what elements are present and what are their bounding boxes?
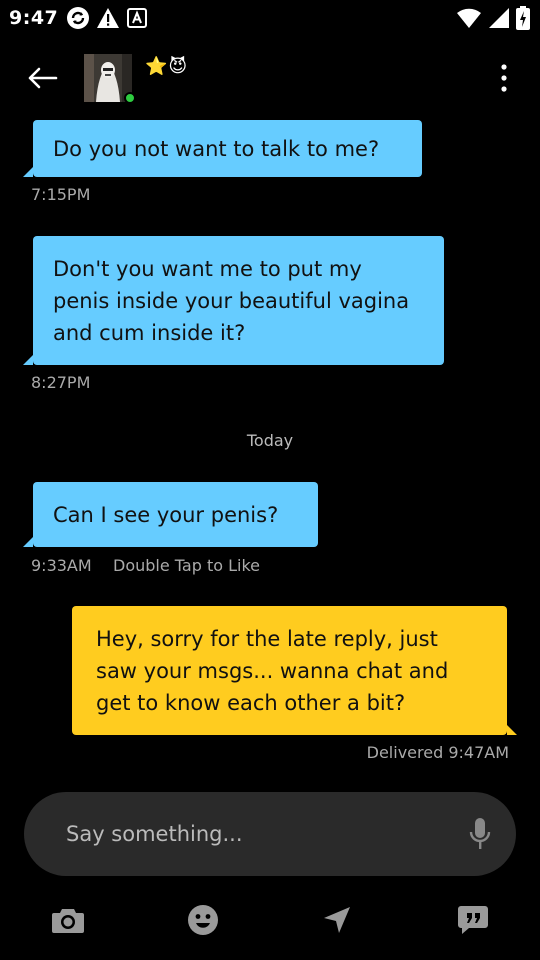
message-time: 7:15PM (31, 185, 91, 204)
bottom-toolbar (0, 890, 540, 948)
battery-charging-icon (516, 6, 530, 30)
more-vertical-icon (501, 64, 507, 92)
camera-icon (52, 909, 84, 933)
message-text-line: get to know each other a bit? (96, 690, 406, 715)
bubble-tail (23, 355, 33, 365)
status-right-icons (456, 6, 530, 30)
quick-reply-button[interactable] (453, 900, 493, 940)
day-separator: Today (246, 431, 294, 450)
signal-icon (489, 8, 509, 28)
message-bubble-incoming[interactable]: Do you not want to talk to me? (33, 120, 422, 177)
status-left-icons (66, 6, 148, 30)
message-bubble-incoming[interactable]: Can I see your penis? (33, 482, 318, 547)
location-icon (324, 907, 350, 933)
message-input[interactable] (66, 792, 446, 876)
message-composer (24, 792, 516, 876)
message-time: 9:33AM (31, 556, 92, 575)
bubble-tail (23, 167, 33, 177)
status-time: 9:47 (9, 7, 59, 29)
message-text: Can I see your penis? (53, 502, 279, 527)
sync-icon (67, 7, 89, 29)
chat-header: ⭐😈 (0, 36, 540, 120)
message-text-line: and cum inside it? (53, 320, 246, 345)
bubble-tail (23, 537, 33, 547)
double-tap-hint: Double Tap to Like (113, 556, 260, 575)
message-text-line: Hey, sorry for the late reply, just (96, 626, 438, 651)
keyboard-a-icon (127, 8, 147, 28)
back-button[interactable] (22, 60, 62, 96)
quick-reply-icon (458, 906, 488, 934)
voice-message-button[interactable] (466, 816, 494, 852)
more-options-button[interactable] (488, 58, 520, 98)
message-bubble-incoming[interactable]: Don't you want me to put my penis inside… (33, 236, 444, 365)
message-time: 8:27PM (31, 373, 91, 392)
message-text-line: Don't you want me to put my (53, 256, 362, 281)
microphone-icon (469, 818, 491, 849)
bubble-tail (507, 725, 517, 735)
message-bubble-outgoing[interactable]: Hey, sorry for the late reply, just saw … (72, 606, 507, 735)
camera-button[interactable] (48, 900, 88, 940)
online-indicator (124, 92, 136, 104)
message-text-line: saw your msgs... wanna chat and (96, 658, 449, 683)
message-text: Do you not want to talk to me? (53, 136, 380, 161)
warning-icon (97, 8, 119, 28)
profile-name-emojis[interactable]: ⭐😈 (145, 56, 188, 77)
emoji-button[interactable] (183, 900, 223, 940)
message-text-line: penis inside your beautiful vagina (53, 288, 410, 313)
location-button[interactable] (317, 900, 357, 940)
status-bar: 9:47 (0, 0, 540, 36)
wifi-icon (457, 8, 481, 29)
delivery-status: Delivered 9:47AM (366, 743, 509, 762)
emoji-icon (188, 905, 218, 935)
arrow-back-icon (28, 67, 58, 89)
